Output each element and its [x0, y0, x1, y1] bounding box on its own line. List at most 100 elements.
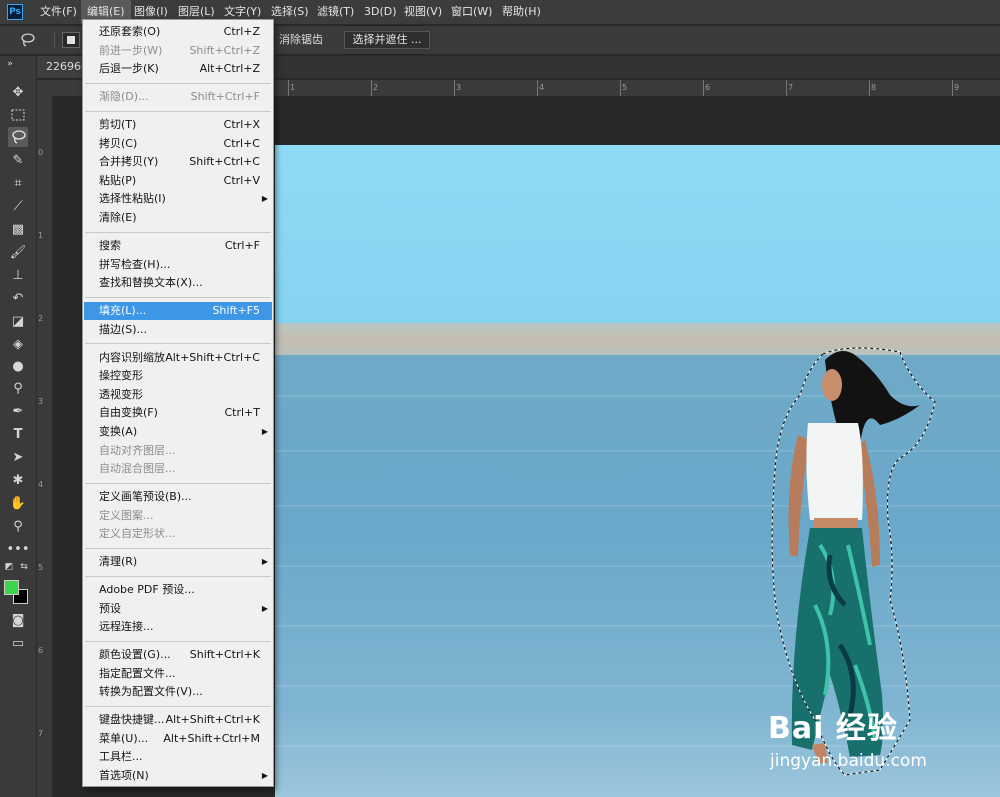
ruler-tick-label: 4 — [539, 83, 545, 92]
edit-menu-item[interactable]: 定义画笔预设(B)... — [84, 488, 272, 506]
antialias-checkbox-label[interactable]: 消除锯齿 — [279, 33, 323, 47]
edit-menu-item[interactable]: 合并拷贝(Y) Shift+Ctrl+C — [84, 153, 272, 171]
edit-menu-item[interactable]: 剪切(T) Ctrl+X — [84, 116, 272, 134]
menu-item-shortcut: Ctrl+F — [224, 238, 260, 252]
eyedropper-tool-icon[interactable]: ⟋ — [8, 196, 28, 216]
select-and-mask-button[interactable]: 选择并遮住 ... — [344, 31, 430, 49]
ruler-tick-label: 3 — [38, 397, 44, 406]
ruler-tick-label: 3 — [456, 83, 462, 92]
hand-tool-icon[interactable]: ✋ — [8, 493, 28, 513]
more-tools-icon[interactable]: ••• — [7, 539, 30, 559]
brush-tool-icon[interactable]: 🖌 — [8, 242, 28, 262]
edit-menu-item[interactable]: 清理(R) ▶ — [84, 553, 272, 571]
submenu-arrow-icon: ▶ — [261, 771, 268, 780]
edit-menu-item: 自动混合图层... — [84, 460, 272, 478]
edit-menu-item[interactable]: 自由变换(F) Ctrl+T — [84, 404, 272, 422]
clone-stamp-tool-icon[interactable]: ⊥ — [8, 265, 28, 285]
edit-menu-item[interactable]: 预设 ▶ — [84, 600, 272, 618]
edit-menu-item[interactable]: 拼写检查(H)... — [84, 256, 272, 274]
dodge-tool-icon[interactable]: ⚲ — [8, 378, 28, 398]
edit-menu-item[interactable]: 远程连接... — [84, 618, 272, 636]
edit-menu-item[interactable]: Adobe PDF 预设... — [84, 581, 272, 599]
history-brush-tool-icon[interactable]: ↶ — [8, 288, 28, 308]
menubar-item[interactable]: 文件(F) — [40, 0, 77, 24]
menu-item-label: 拼写检查(H)... — [99, 257, 171, 271]
new-selection-mode-button[interactable] — [62, 32, 80, 48]
ruler-tick-label: 7 — [788, 83, 794, 92]
menubar-item[interactable]: 窗口(W) — [451, 0, 492, 24]
document-image[interactable] — [275, 145, 1000, 797]
edit-menu-item[interactable]: 透视变形 — [84, 386, 272, 404]
quick-mask-icon[interactable]: ◙ — [8, 610, 28, 630]
menu-separator — [85, 231, 271, 233]
ruler-tick-label: 5 — [622, 83, 628, 92]
menu-separator — [85, 82, 271, 84]
lasso-tool-icon[interactable] — [8, 127, 28, 147]
ruler-tick-label: 4 — [38, 480, 44, 489]
menu-item-shortcut: Alt+Shift+Ctrl+M — [163, 731, 260, 745]
menu-item-label: 清除(E) — [99, 211, 137, 224]
edit-menu-item[interactable]: 清除(E) — [84, 209, 272, 227]
edit-menu-item[interactable]: 键盘快捷键... Alt+Shift+Ctrl+K — [84, 711, 272, 729]
healing-brush-tool-icon[interactable]: ▩ — [8, 219, 28, 239]
menu-item-label: 搜索 — [99, 238, 121, 252]
blur-tool-icon[interactable]: ● — [8, 356, 28, 376]
menu-item-label: 描边(S)... — [99, 322, 148, 336]
edit-menu-item[interactable]: 查找和替换文本(X)... — [84, 274, 272, 292]
edit-menu-item[interactable]: 搜索 Ctrl+F — [84, 237, 272, 255]
foreground-color-swatch[interactable] — [4, 580, 19, 595]
ruler-tick-label: 6 — [38, 646, 44, 655]
edit-menu-item[interactable]: 转换为配置文件(V)... — [84, 683, 272, 701]
submenu-arrow-icon: ▶ — [261, 557, 268, 567]
edit-menu-item: 渐隐(D)... Shift+Ctrl+F — [84, 88, 272, 106]
menu-separator — [85, 547, 271, 549]
edit-menu-item[interactable]: 指定配置文件... — [84, 665, 272, 683]
edit-menu-item[interactable]: 首选项(N) ▶ — [84, 767, 272, 785]
menu-item-label: 定义自定形状... — [99, 527, 176, 541]
pen-tool-icon[interactable]: ✒ — [8, 401, 28, 421]
menubar-item[interactable]: 滤镜(T) — [317, 0, 354, 24]
default-colors-icon[interactable]: ◩ — [3, 562, 15, 572]
edit-menu-item[interactable]: 操控变形 — [84, 367, 272, 385]
sky — [275, 145, 1000, 327]
collapse-panel-icon[interactable]: » — [4, 59, 16, 69]
move-tool-icon[interactable]: ✥ — [8, 82, 28, 102]
menu-item-label: 拷贝(C) — [99, 136, 138, 150]
edit-menu-item: 定义图案... — [84, 507, 272, 525]
menubar-item[interactable]: 3D(D) — [364, 0, 397, 24]
menubar-item[interactable]: 帮助(H) — [502, 0, 541, 24]
lasso-tool-icon[interactable] — [18, 32, 36, 48]
menu-item-label: 选择性粘贴(I) — [99, 192, 166, 206]
quick-selection-tool-icon[interactable]: ✎ — [8, 150, 28, 170]
custom-shape-tool-icon[interactable]: ✱ — [8, 470, 28, 490]
edit-menu-item[interactable]: 选择性粘贴(I) ▶ — [84, 190, 272, 208]
edit-menu-item[interactable]: 填充(L)... Shift+F5 — [84, 302, 272, 320]
crop-tool-icon[interactable]: ⌗ — [8, 173, 28, 193]
edit-menu-item[interactable]: 内容识别缩放 Alt+Shift+Ctrl+C — [84, 349, 272, 367]
swap-colors-icon[interactable]: ⇆ — [18, 562, 30, 572]
ruler-tick-label: 2 — [373, 83, 379, 92]
type-tool-icon[interactable]: T — [8, 424, 28, 444]
menu-item-label: 变换(A) — [99, 424, 138, 438]
edit-menu-item[interactable]: 颜色设置(G)... Shift+Ctrl+K — [84, 646, 272, 664]
menubar-item[interactable]: 视图(V) — [404, 0, 442, 24]
edit-menu-item[interactable]: 还原套索(O) Ctrl+Z — [84, 23, 272, 41]
eraser-tool-icon[interactable]: ◪ — [8, 311, 28, 331]
edit-menu-item[interactable]: 变换(A) ▶ — [84, 423, 272, 441]
edit-menu-item[interactable]: 工具栏... — [84, 748, 272, 766]
screen-mode-icon[interactable]: ▭ — [8, 633, 28, 653]
marquee-tool-icon[interactable] — [8, 105, 28, 125]
path-selection-tool-icon[interactable]: ➤ — [8, 447, 28, 467]
paint-bucket-tool-icon[interactable]: ◈ — [8, 334, 28, 354]
menu-separator — [85, 110, 271, 112]
edit-menu-item[interactable]: 描边(S)... — [84, 321, 272, 339]
edit-menu-item[interactable]: 拷贝(C) Ctrl+C — [84, 135, 272, 153]
menu-item-label: 定义画笔预设(B)... — [99, 490, 192, 503]
zoom-tool-icon[interactable]: ⚲ — [8, 516, 28, 536]
edit-menu-item[interactable]: 后退一步(K) Alt+Ctrl+Z — [84, 60, 272, 78]
document-tab[interactable]: 226966 — [36, 56, 82, 78]
edit-menu-item[interactable]: 菜单(U)... Alt+Shift+Ctrl+M — [84, 730, 272, 748]
menubar-item[interactable]: 选择(S) — [271, 0, 309, 24]
watermark-brand: Bai 经验 — [768, 711, 898, 746]
edit-menu-item[interactable]: 粘贴(P) Ctrl+V — [84, 172, 272, 190]
